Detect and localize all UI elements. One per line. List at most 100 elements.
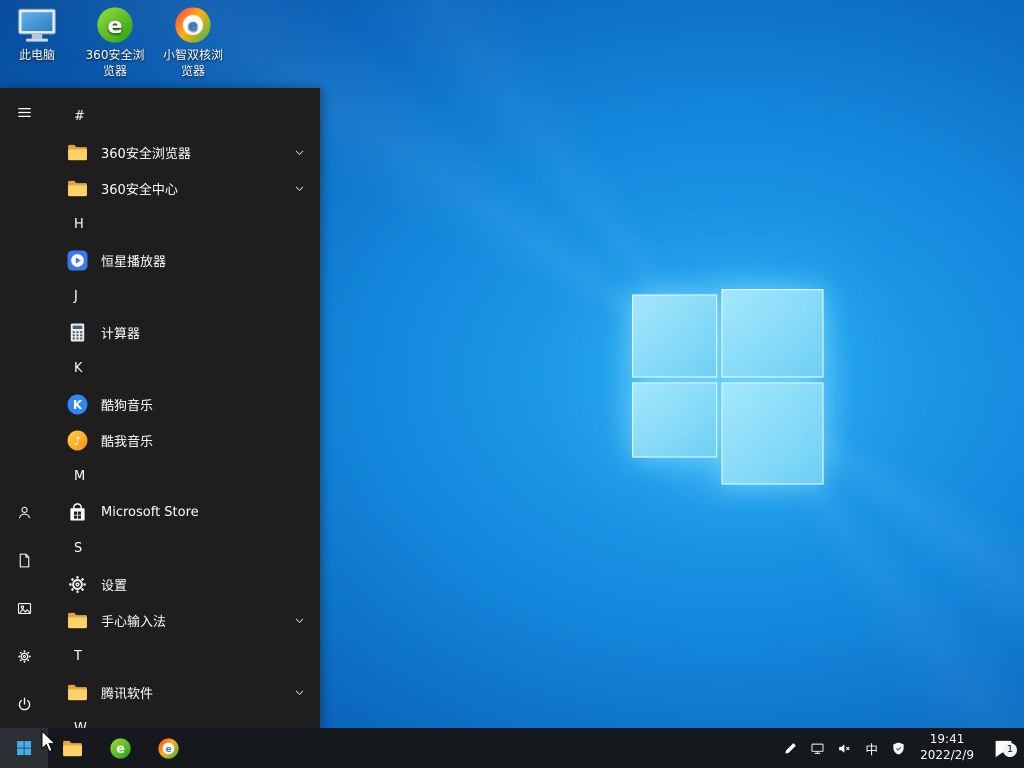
app-item[interactable]: 腾讯软件 [48, 674, 320, 710]
windows-flag-icon [15, 739, 33, 757]
app-item[interactable]: 设置 [48, 566, 320, 602]
kuwo-icon: ♪ [66, 429, 89, 452]
app-item[interactable]: 360安全中心 [48, 170, 320, 206]
browser-360-icon: e [94, 5, 136, 45]
rail-bottom [0, 488, 48, 728]
rail-top [0, 88, 48, 136]
user-icon [16, 504, 33, 521]
system-tray-icons: 中 [777, 728, 912, 768]
app-item-label: 手心输入法 [101, 611, 166, 630]
tray-network-button[interactable] [804, 728, 831, 768]
tray-defender-button[interactable] [885, 728, 912, 768]
chevron-down-icon [293, 182, 306, 195]
svg-text:e: e [188, 17, 198, 35]
rail-user-button[interactable] [0, 488, 48, 536]
app-section-header[interactable]: K [48, 350, 320, 386]
app-section-header[interactable]: M [48, 458, 320, 494]
rail-pictures-button[interactable] [0, 584, 48, 632]
document-icon [16, 552, 33, 569]
system-tray: 中 19:41 2022/2/9 1 [777, 728, 1024, 768]
app-section-label: K [74, 361, 83, 376]
app-item-label: 360安全浏览器 [101, 143, 191, 162]
app-section-header[interactable]: H [48, 206, 320, 242]
app-item[interactable]: 计算器 [48, 314, 320, 350]
app-item-label: 计算器 [101, 323, 140, 342]
app-section-label: T [74, 649, 82, 664]
svg-text:e: e [107, 13, 122, 39]
tray-ime-button[interactable]: 中 [858, 728, 885, 768]
app-item[interactable]: 手心输入法 [48, 602, 320, 638]
hengxing-icon [66, 249, 89, 272]
app-section-label: M [74, 469, 85, 484]
desktop-icon-label: 小智双核浏览器 [160, 48, 226, 79]
volume-muted-icon [837, 741, 852, 756]
chevron-down-icon [293, 614, 306, 627]
start-menu: #360安全浏览器360安全中心H恒星播放器J计算器KK酷狗音乐♪酷我音乐MMi… [0, 88, 320, 728]
app-section-header[interactable]: T [48, 638, 320, 674]
defender-icon [891, 741, 906, 756]
gear-icon [66, 573, 89, 596]
file-explorer-icon [61, 737, 84, 760]
desktop-icons: 此电脑 e 360安全浏览器 e 小智双核浏览器 [4, 5, 226, 79]
this-pc-icon [16, 5, 58, 45]
mouse-cursor [40, 730, 58, 755]
app-item-label: 设置 [101, 575, 127, 594]
clock-date: 2022/2/9 [920, 748, 974, 764]
ms-store-icon [66, 501, 89, 524]
desktop-icon-label: 360安全浏览器 [82, 48, 148, 79]
app-item-label: Microsoft Store [101, 505, 199, 520]
desktop-icon-360-browser[interactable]: e 360安全浏览器 [82, 5, 148, 79]
app-item[interactable]: Microsoft Store [48, 494, 320, 530]
app-section-header[interactable]: W [48, 710, 320, 728]
folder-icon [66, 141, 89, 164]
pictures-icon [16, 600, 33, 617]
svg-text:e: e [116, 742, 125, 757]
app-section-header[interactable]: J [48, 278, 320, 314]
app-item[interactable]: K酷狗音乐 [48, 386, 320, 422]
app-section-header[interactable]: S [48, 530, 320, 566]
action-center-button[interactable]: 1 [982, 737, 1024, 760]
taskbar-pinned: ee [48, 728, 192, 768]
start-app-list: #360安全浏览器360安全中心H恒星播放器J计算器KK酷狗音乐♪酷我音乐MMi… [48, 88, 320, 728]
svg-text:e: e [165, 744, 171, 754]
rail-settings-button[interactable] [0, 632, 48, 680]
tray-pen-button[interactable] [777, 728, 804, 768]
taskbar-360-browser-button[interactable]: e [96, 728, 144, 768]
app-item-label: 酷我音乐 [101, 431, 153, 450]
folder-icon [66, 609, 89, 632]
taskbar-clock[interactable]: 19:41 2022/2/9 [912, 732, 982, 763]
app-section-label: S [74, 541, 82, 556]
clock-time: 19:41 [920, 732, 974, 748]
rail-power-button[interactable] [0, 680, 48, 728]
app-item-label: 360安全中心 [101, 179, 178, 198]
power-icon [16, 696, 33, 713]
rail-expand-button[interactable] [0, 88, 48, 136]
screen: 此电脑 e 360安全浏览器 e 小智双核浏览器 #360安全浏览器 360安全中心 H 恒星… [0, 0, 1024, 768]
app-section-header[interactable]: # [48, 98, 320, 134]
folder-icon [66, 177, 89, 200]
windows-logo [632, 289, 824, 485]
rail-documents-button[interactable] [0, 536, 48, 584]
taskbar: ee 中 19:41 2022/2/9 1 [0, 728, 1024, 768]
folder-icon [66, 681, 89, 704]
chevron-down-icon [293, 686, 306, 699]
browser-360-icon: e [109, 737, 132, 760]
app-item[interactable]: ♪ 酷我音乐 [48, 422, 320, 458]
svg-text:K: K [73, 397, 83, 411]
chevron-down-icon [293, 146, 306, 159]
app-item-label: 恒星播放器 [101, 251, 166, 270]
app-item[interactable]: 360安全浏览器 [48, 134, 320, 170]
notification-badge: 1 [1003, 743, 1017, 757]
tray-volume-muted-button[interactable] [831, 728, 858, 768]
app-item-label: 腾讯软件 [101, 683, 153, 702]
desktop-icon-label: 此电脑 [19, 48, 55, 64]
desktop-icon-this-pc[interactable]: 此电脑 [4, 5, 70, 79]
app-item[interactable]: 恒星播放器 [48, 242, 320, 278]
browser-xiaozhi-icon: e [157, 737, 180, 760]
taskbar-xiaozhi-browser-button[interactable]: e [144, 728, 192, 768]
svg-text:♪: ♪ [74, 434, 82, 448]
app-section-label: J [74, 289, 78, 304]
gear-icon [16, 648, 33, 665]
app-section-label: # [74, 109, 85, 124]
desktop-icon-xiaozhi-browser[interactable]: e 小智双核浏览器 [160, 5, 226, 79]
